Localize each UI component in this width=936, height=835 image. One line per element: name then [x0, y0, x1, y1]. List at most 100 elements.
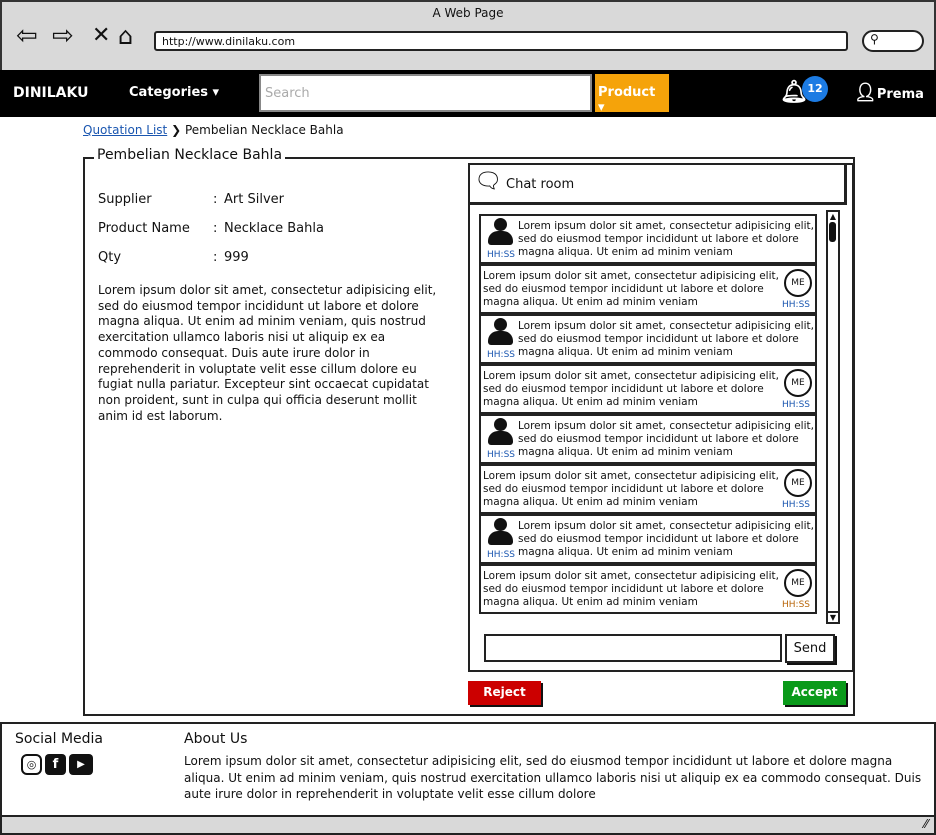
user-name: Prema [876, 87, 924, 102]
about-us-title: About Us [184, 731, 248, 747]
message-time: HH:SS [487, 250, 515, 260]
message-line: magna aliqua. Ut enim ad minim veniam [483, 496, 698, 508]
accept-button[interactable]: Accept [783, 681, 846, 705]
message-input[interactable] [484, 634, 782, 662]
description: Lorem ipsum dolor sit amet, consectetur … [98, 283, 437, 423]
brand-logo[interactable]: DINILAKU [13, 85, 88, 101]
avatar-icon [487, 218, 513, 246]
message-time: HH:SS [487, 550, 515, 560]
message-line: Lorem ipsum dolor sit amet, consectetur … [518, 320, 814, 332]
avatar-icon [487, 518, 513, 546]
message-line: Lorem ipsum dolor sit amet, consectetur … [483, 270, 779, 282]
me-avatar: ME [784, 269, 812, 297]
breadcrumb-quotation-list[interactable]: Quotation List [83, 123, 167, 137]
message-text: Lorem ipsum dolor sit amet, consectetur … [483, 570, 779, 609]
supplier-value: Art Silver [224, 192, 284, 207]
message-line: sed do eiusmod tempor incididunt ut labo… [518, 333, 799, 345]
chat-title: Chat room [506, 177, 575, 192]
scrollbar-thumb[interactable] [829, 222, 836, 242]
chat-message: ME Lorem ipsum dolor sit amet, consectetu… [479, 564, 817, 614]
message-line: Lorem ipsum dolor sit amet, consectetur … [483, 370, 779, 382]
avatar-icon [487, 418, 513, 446]
chat-message: Lorem ipsum dolor sit amet, consectetur … [479, 214, 817, 264]
message-time: HH:SS [782, 600, 810, 610]
navbar: DINILAKU Categories ▾ Search Product ▾ 🔔… [0, 70, 936, 117]
qty-value: 999 [224, 250, 249, 265]
social-media-title: Social Media [15, 731, 104, 747]
chat-message: ME Lorem ipsum dolor sit amet, consectetu… [479, 264, 817, 314]
message-line: Lorem ipsum dolor sit amet, consectetur … [483, 570, 779, 582]
url-bar[interactable]: http://www.dinilaku.com [154, 31, 848, 51]
colon: : [213, 192, 218, 207]
avatar-icon [487, 318, 513, 346]
message-line: Lorem ipsum dolor sit amet, consectetur … [518, 520, 814, 532]
me-avatar: ME [784, 469, 812, 497]
message-line: magna aliqua. Ut enim ad minim veniam [483, 396, 698, 408]
user-menu[interactable]: 👤︎Prema [854, 82, 924, 103]
about-us-text: Lorem ipsum dolor sit amet, consectetur … [184, 754, 922, 801]
reject-button[interactable]: Reject [468, 681, 541, 705]
breadcrumb: Quotation List ❯ Pembelian Necklace Bahl… [83, 123, 344, 137]
message-time: HH:SS [782, 400, 810, 410]
qty-label: Qty [98, 250, 122, 265]
browser-search-icon[interactable]: ⚲ [862, 30, 924, 52]
product-name-label: Product Name [98, 221, 190, 236]
back-icon[interactable]: ⇦ [16, 22, 38, 50]
supplier-label: Supplier [98, 192, 152, 207]
message-line: sed do eiusmod tempor incididunt ut labo… [483, 583, 764, 595]
message-time: HH:SS [487, 450, 515, 460]
message-text: Lorem ipsum dolor sit amet, consectetur … [518, 520, 814, 559]
youtube-icon[interactable]: ▶ [69, 754, 93, 775]
panel-title: Pembelian Necklace Bahla [94, 147, 286, 163]
me-avatar: ME [784, 369, 812, 397]
breadcrumb-current: Pembelian Necklace Bahla [184, 123, 344, 137]
send-button[interactable]: Send [785, 634, 835, 663]
message-line: Lorem ipsum dolor sit amet, consectetur … [518, 220, 814, 232]
message-text: Lorem ipsum dolor sit amet, consectetur … [483, 470, 779, 509]
categories-menu[interactable]: Categories ▾ [129, 85, 219, 100]
forward-icon[interactable]: ⇨ [52, 22, 74, 50]
message-line: magna aliqua. Ut enim ad minim veniam [483, 596, 698, 608]
close-icon[interactable]: ✕ [92, 22, 110, 50]
message-line: Lorem ipsum dolor sit amet, consectetur … [483, 470, 779, 482]
scroll-up-icon[interactable]: ▲ [828, 212, 838, 222]
message-line: sed do eiusmod tempor incididunt ut labo… [483, 383, 764, 395]
message-line: magna aliqua. Ut enim ad minim veniam [518, 346, 733, 358]
instagram-icon[interactable]: ◎ [21, 754, 42, 775]
resize-grip-icon[interactable]: ⁄⁄ [924, 817, 928, 831]
product-dropdown[interactable]: Product ▾ [595, 74, 669, 115]
facebook-icon[interactable]: f [45, 754, 66, 775]
chat-header: 🗨︎ Chat room [468, 163, 847, 205]
message-line: magna aliqua. Ut enim ad minim veniam [518, 446, 733, 458]
message-line: sed do eiusmod tempor incididunt ut labo… [518, 533, 799, 545]
message-line: magna aliqua. Ut enim ad minim veniam [518, 546, 733, 558]
colon: : [213, 221, 218, 236]
user-icon: 👤︎ [854, 82, 877, 103]
scroll-down-icon[interactable]: ▼ [828, 611, 838, 622]
message-line: sed do eiusmod tempor incididunt ut labo… [518, 433, 799, 445]
message-text: Lorem ipsum dolor sit amet, consectetur … [518, 420, 814, 459]
message-time: HH:SS [782, 300, 810, 310]
message-text: Lorem ipsum dolor sit amet, consectetur … [518, 320, 814, 359]
me-avatar: ME [784, 569, 812, 597]
message-text: Lorem ipsum dolor sit amet, consectetur … [483, 270, 779, 309]
colon: : [213, 250, 218, 265]
message-text: Lorem ipsum dolor sit amet, consectetur … [518, 220, 814, 259]
window-title: A Web Page [432, 6, 504, 20]
message-line: magna aliqua. Ut enim ad minim veniam [518, 246, 733, 258]
chevron-right-icon: ❯ [171, 123, 182, 137]
message-time: HH:SS [782, 500, 810, 510]
home-icon[interactable]: ⌂ [118, 22, 133, 50]
chat-message: Lorem ipsum dolor sit amet, consectetur … [479, 514, 817, 564]
scrollbar[interactable]: ▲ ▼ [826, 210, 840, 624]
message-time: HH:SS [487, 350, 515, 360]
product-name-value: Necklace Bahla [224, 221, 324, 236]
message-text: Lorem ipsum dolor sit amet, consectetur … [483, 370, 779, 409]
message-line: sed do eiusmod tempor incididunt ut labo… [518, 233, 799, 245]
search-input[interactable]: Search [259, 74, 592, 112]
message-line: magna aliqua. Ut enim ad minim veniam [483, 296, 698, 308]
message-line: sed do eiusmod tempor incididunt ut labo… [483, 283, 764, 295]
chat-message: Lorem ipsum dolor sit amet, consectetur … [479, 414, 817, 464]
notification-badge: 12 [802, 76, 828, 102]
message-list: Lorem ipsum dolor sit amet, consectetur … [479, 214, 817, 614]
